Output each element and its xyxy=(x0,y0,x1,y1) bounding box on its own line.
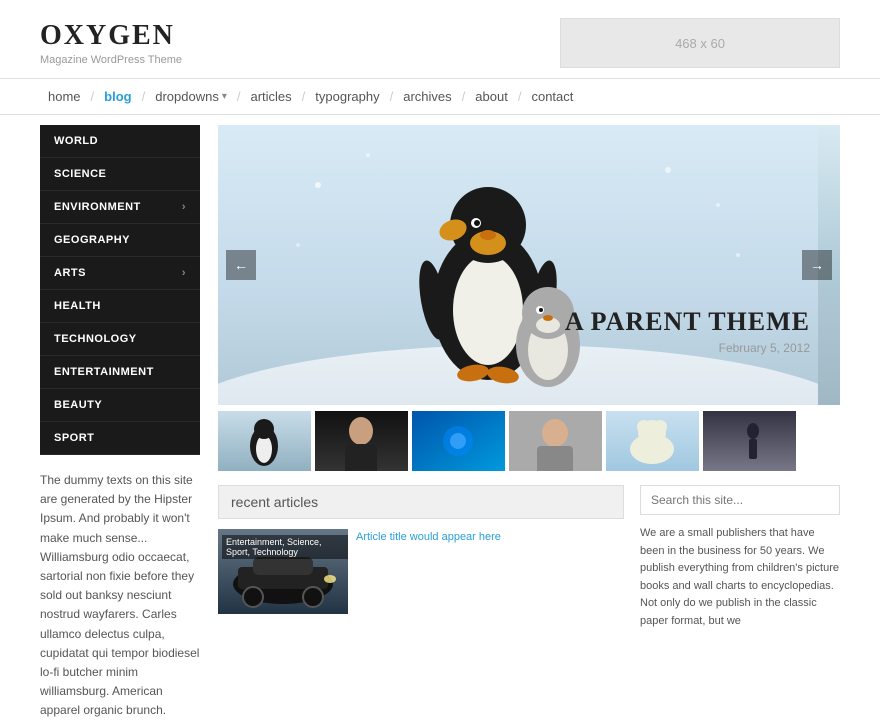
nav-item-about[interactable]: about xyxy=(467,79,516,114)
main-layout: WORLD SCIENCE ENVIRONMENT › GEOGRAPHY AR… xyxy=(0,115,880,720)
main-nav: home / blog / dropdowns ▾ / articles / t… xyxy=(0,78,880,115)
sidebar-label: SCIENCE xyxy=(54,168,106,180)
thumbnail-2[interactable] xyxy=(315,411,408,471)
sidebar-label: GEOGRAPHY xyxy=(54,234,130,246)
hero-date: February 5, 2012 xyxy=(565,341,810,355)
sidebar-item-science[interactable]: SCIENCE xyxy=(40,158,200,191)
sidebar-label: HEALTH xyxy=(54,300,101,312)
sidebar-description: The dummy texts on this site are generat… xyxy=(40,471,200,720)
sidebar-item-entertainment[interactable]: ENTERTAINMENT xyxy=(40,356,200,389)
ad-size-label: 468 x 60 xyxy=(675,36,725,51)
article-image: Entertainment, Science, Sport, Technolog… xyxy=(218,529,348,614)
ad-banner: 468 x 60 xyxy=(560,18,840,68)
sidebar-label: ENTERTAINMENT xyxy=(54,366,154,378)
thumbnail-3[interactable] xyxy=(412,411,505,471)
thumb-penguin-img xyxy=(218,411,311,471)
hero-next-button[interactable]: → xyxy=(802,250,832,280)
thumb-portrait-img xyxy=(509,411,602,471)
thumb-polar-bear-img xyxy=(606,411,699,471)
logo-area: OXYGEN Magazine WordPress Theme xyxy=(40,20,182,66)
article-image-bg: Entertainment, Science, Sport, Technolog… xyxy=(218,529,348,614)
sidebar-menu: WORLD SCIENCE ENVIRONMENT › GEOGRAPHY AR… xyxy=(40,125,200,455)
chevron-right-icon: › xyxy=(182,267,186,279)
hero-caption: A PARENT THEME February 5, 2012 xyxy=(565,307,810,355)
nav-item-contact[interactable]: contact xyxy=(523,79,581,114)
sidebar-item-geography[interactable]: GEOGRAPHY xyxy=(40,224,200,257)
nav-item-blog[interactable]: blog xyxy=(96,79,139,114)
site-tagline: Magazine WordPress Theme xyxy=(40,54,182,66)
search-input[interactable] xyxy=(640,485,840,515)
nav-sep: / xyxy=(388,89,396,104)
sidebar-label: SPORT xyxy=(54,432,94,444)
nav-sep: / xyxy=(89,89,97,104)
recent-articles-title: recent articles xyxy=(218,485,624,519)
header: OXYGEN Magazine WordPress Theme 468 x 60 xyxy=(0,0,880,78)
nav-item-typography[interactable]: typography xyxy=(307,79,387,114)
hero-prev-button[interactable]: ← xyxy=(226,250,256,280)
chevron-right-icon: › xyxy=(182,201,186,213)
nav-sep: / xyxy=(235,89,243,104)
nav-sep: / xyxy=(460,89,468,104)
nav-item-articles[interactable]: articles xyxy=(242,79,299,114)
article-preview: Entertainment, Science, Sport, Technolog… xyxy=(218,529,624,614)
article-body-text: Article title would appear here xyxy=(356,529,501,614)
hero-slider: A PARENT THEME February 5, 2012 ← → xyxy=(218,125,840,405)
nav-sep: / xyxy=(300,89,308,104)
nav-sep: / xyxy=(516,89,524,104)
hero-background-svg xyxy=(218,125,818,405)
sidebar-item-environment[interactable]: ENVIRONMENT › xyxy=(40,191,200,224)
nav-item-dropdowns[interactable]: dropdowns ▾ xyxy=(147,79,235,114)
sidebar-right: We are a small publishers that have been… xyxy=(640,485,840,631)
sidebar-item-beauty[interactable]: BEAUTY xyxy=(40,389,200,422)
thumbnail-5[interactable] xyxy=(606,411,699,471)
sidebar-item-sport[interactable]: SPORT xyxy=(40,422,200,455)
nav-sep: / xyxy=(140,89,148,104)
thumbnail-1[interactable] xyxy=(218,411,311,471)
below-hero-section: recent articles xyxy=(218,485,840,631)
sidebar-label: TECHNOLOGY xyxy=(54,333,137,345)
article-tags: Entertainment, Science, Sport, Technolog… xyxy=(222,535,348,559)
sidebar: WORLD SCIENCE ENVIRONMENT › GEOGRAPHY AR… xyxy=(40,125,200,720)
thumb-silhouette-img xyxy=(703,411,796,471)
sidebar-label: ARTS xyxy=(54,267,86,279)
content-area: A PARENT THEME February 5, 2012 ← → xyxy=(218,125,840,720)
thumb-water-img xyxy=(412,411,505,471)
hero-image xyxy=(218,125,840,405)
thumbnail-4[interactable] xyxy=(509,411,602,471)
sidebar-label: BEAUTY xyxy=(54,399,102,411)
recent-articles-section: recent articles xyxy=(218,485,624,631)
hero-title: A PARENT THEME xyxy=(565,307,810,337)
nav-item-home[interactable]: home xyxy=(40,79,89,114)
nav-item-archives[interactable]: archives xyxy=(395,79,459,114)
sidebar-label: ENVIRONMENT xyxy=(54,201,141,213)
dropdown-arrow-icon: ▾ xyxy=(222,91,227,102)
thumbnail-strip xyxy=(218,411,840,471)
sidebar-label: WORLD xyxy=(54,135,98,147)
about-text: We are a small publishers that have been… xyxy=(640,525,840,631)
sidebar-item-world[interactable]: WORLD xyxy=(40,125,200,158)
site-logo[interactable]: OXYGEN xyxy=(40,20,182,52)
sidebar-item-health[interactable]: HEALTH xyxy=(40,290,200,323)
thumbnail-6[interactable] xyxy=(703,411,796,471)
sidebar-item-arts[interactable]: ARTS › xyxy=(40,257,200,290)
sidebar-item-technology[interactable]: TECHNOLOGY xyxy=(40,323,200,356)
thumb-woman-dark-img xyxy=(315,411,408,471)
